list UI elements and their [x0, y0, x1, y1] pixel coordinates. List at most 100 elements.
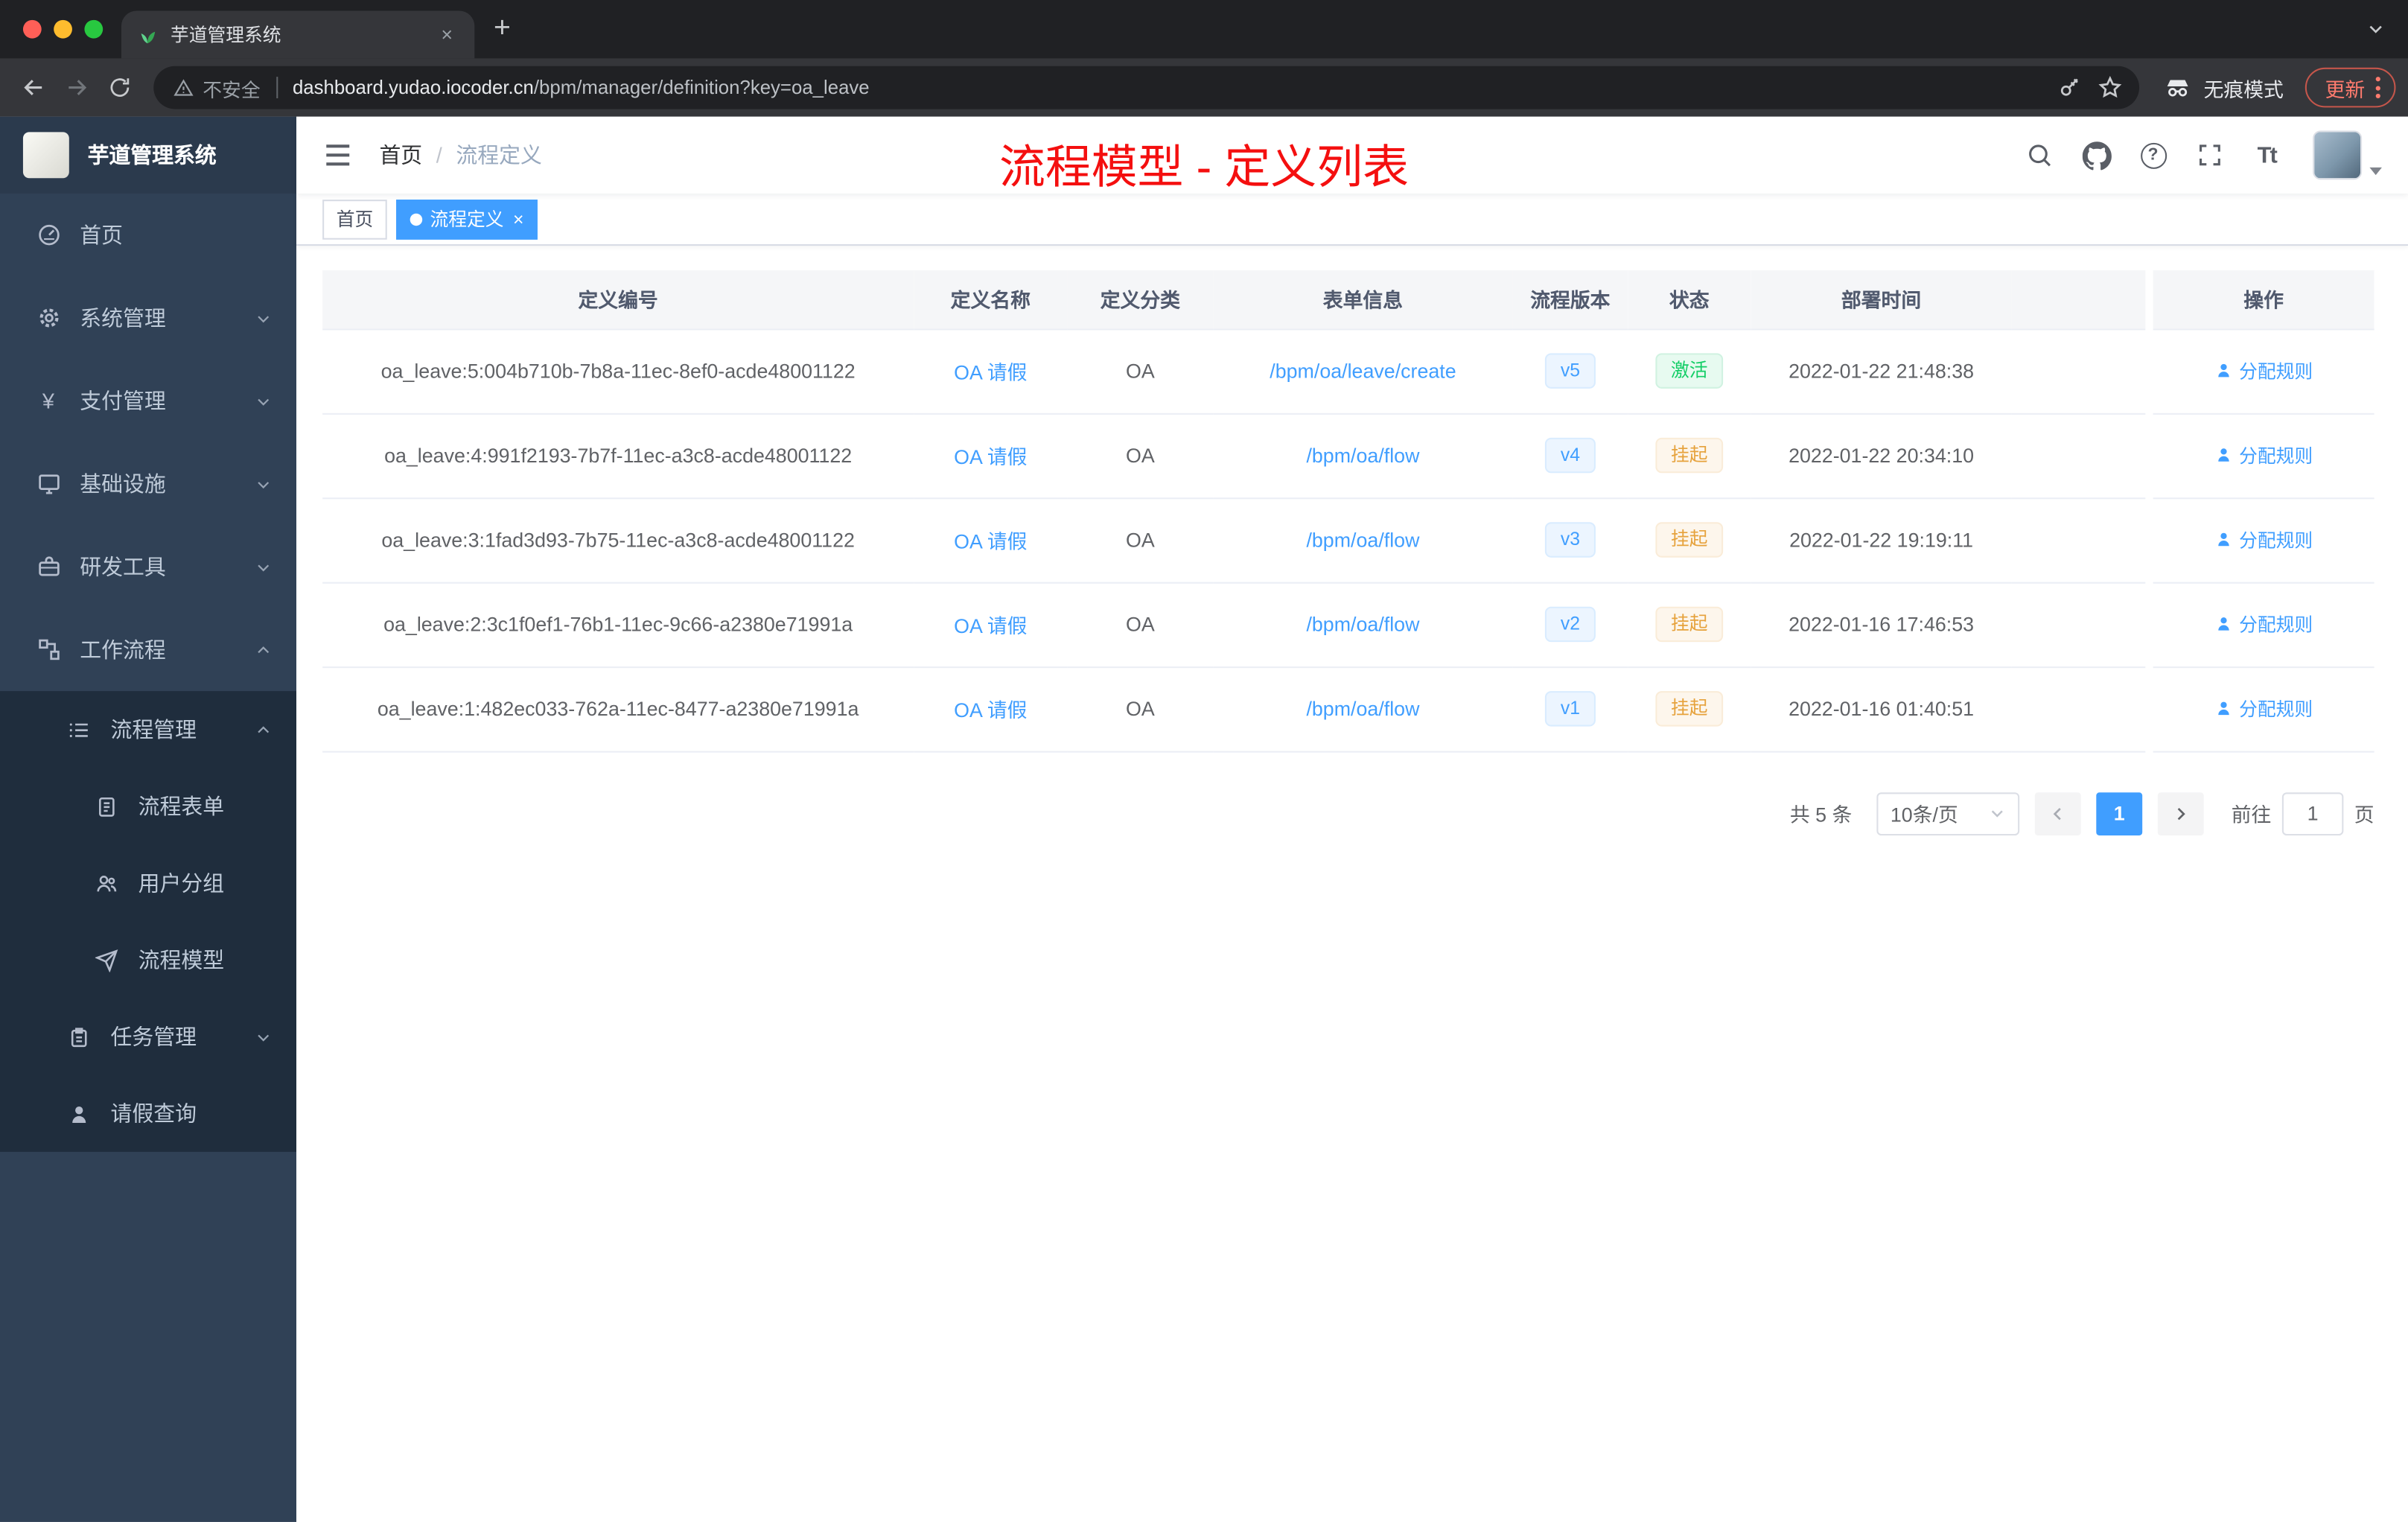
- sidebar-item-system-management[interactable]: 系统管理: [0, 276, 296, 359]
- fixed-column-gap: [2145, 413, 2153, 498]
- cell-deploy-time: 2022-01-22 21:48:38: [1751, 328, 2012, 414]
- browser-tab[interactable]: 芋道管理系统 ×: [121, 10, 475, 59]
- form-link[interactable]: /bpm/oa/flow: [1306, 697, 1419, 720]
- next-page-button[interactable]: [2157, 792, 2204, 835]
- cell-deploy-time: 2022-01-16 01:40:51: [1751, 666, 2012, 752]
- content-area: 首页 / 流程定义 ? Tt 首页 流程定义 × 定义编号 定义名称 定义分类 …: [296, 116, 2408, 1522]
- prev-page-button[interactable]: [2034, 792, 2081, 835]
- font-size-icon[interactable]: Tt: [2250, 138, 2284, 172]
- cell-definition-id: oa_leave:3:1fad3d93-7b75-11ec-a3c8-acde4…: [322, 497, 914, 583]
- definition-name-link[interactable]: OA 请假: [954, 530, 1027, 553]
- status-badge: 挂起: [1655, 606, 1724, 643]
- password-key-icon[interactable]: [2050, 68, 2090, 108]
- chevron-down-icon: [255, 310, 272, 327]
- definition-name-link[interactable]: OA 请假: [954, 698, 1027, 722]
- sidebar-item-process-form[interactable]: 流程表单: [0, 768, 296, 844]
- cell-filler: [2011, 582, 2146, 668]
- cell-version: v1: [1512, 666, 1628, 752]
- tag-close-icon[interactable]: ×: [513, 208, 523, 229]
- breadcrumb-home[interactable]: 首页: [379, 140, 422, 171]
- goto-page: 前往 页: [2232, 792, 2374, 835]
- bookmark-star-icon[interactable]: [2090, 68, 2130, 108]
- sidebar-item-home[interactable]: 首页: [0, 194, 296, 276]
- tab-close-icon[interactable]: ×: [435, 22, 459, 47]
- sidebar-item-process-model[interactable]: 流程模型: [0, 922, 296, 999]
- tag-process-definition[interactable]: 流程定义 ×: [396, 199, 538, 239]
- assign-rule-link[interactable]: 分配规则: [2214, 357, 2313, 383]
- sidebar-item-payment-management[interactable]: ¥ 支付管理: [0, 360, 296, 442]
- form-link[interactable]: /bpm/oa/leave/create: [1270, 360, 1456, 383]
- tag-home[interactable]: 首页: [322, 199, 387, 239]
- cell-status: 激活: [1628, 328, 1751, 414]
- sidebar-item-dev-tools[interactable]: 研发工具: [0, 525, 296, 608]
- cell-status: 挂起: [1628, 497, 1751, 583]
- cell-actions: 分配规则: [2153, 666, 2374, 752]
- url-host: dashboard.yudao.iocoder.cn: [292, 77, 534, 98]
- page-number-button[interactable]: 1: [2096, 792, 2143, 835]
- definition-name-link[interactable]: OA 请假: [954, 614, 1027, 637]
- breadcrumb: 首页 / 流程定义: [379, 140, 541, 171]
- form-link[interactable]: /bpm/oa/flow: [1306, 613, 1419, 636]
- sidebar-item-workflow[interactable]: 工作流程: [0, 608, 296, 691]
- form-link[interactable]: /bpm/oa/flow: [1306, 444, 1419, 467]
- version-badge: v3: [1545, 522, 1596, 558]
- user-menu[interactable]: [2313, 130, 2382, 180]
- assign-rule-link[interactable]: 分配规则: [2214, 442, 2313, 468]
- sidebar-item-leave-query[interactable]: 请假查询: [0, 1075, 296, 1152]
- incognito-badge[interactable]: 无痕模式: [2164, 73, 2284, 102]
- definition-name-link[interactable]: OA 请假: [954, 445, 1027, 468]
- person-icon: [2218, 448, 2229, 462]
- address-bar[interactable]: 不安全 dashboard.yudao.iocoder.cn/bpm/manag…: [153, 66, 2139, 109]
- breadcrumb-current: 流程定义: [456, 142, 542, 168]
- sidebar-item-user-group[interactable]: 用户分组: [0, 844, 296, 921]
- paper-plane-icon: [94, 947, 120, 973]
- sidebar-logo[interactable]: 芋道管理系统: [0, 116, 297, 194]
- header-definition-id: 定义编号: [322, 270, 914, 330]
- help-icon[interactable]: ?: [2136, 138, 2170, 172]
- cell-definition-id: oa_leave:2:3c1f0ef1-76b1-11ec-9c66-a2380…: [322, 582, 914, 668]
- assign-rule-link[interactable]: 分配规则: [2214, 526, 2313, 553]
- security-status[interactable]: 不安全: [173, 73, 261, 102]
- github-icon[interactable]: [2080, 138, 2113, 172]
- back-icon[interactable]: [13, 66, 56, 109]
- cell-category: OA: [1067, 666, 1214, 752]
- fullscreen-icon[interactable]: [2193, 138, 2226, 172]
- status-badge: 挂起: [1655, 691, 1724, 727]
- cell-deploy-time: 2022-01-22 19:19:11: [1751, 497, 2012, 583]
- sidebar-item-infrastructure[interactable]: 基础设施: [0, 442, 296, 525]
- table-row: oa_leave:3:1fad3d93-7b75-11ec-a3c8-acde4…: [322, 497, 2374, 583]
- assign-rule-link[interactable]: 分配规则: [2214, 611, 2313, 637]
- version-badge: v5: [1545, 353, 1596, 389]
- tab-search-chevron-icon[interactable]: [2365, 19, 2386, 40]
- window-minimize-button[interactable]: [54, 19, 72, 39]
- reload-icon[interactable]: [98, 66, 141, 109]
- window-close-button[interactable]: [22, 19, 42, 39]
- cell-version: v4: [1512, 413, 1628, 499]
- search-icon[interactable]: [2022, 138, 2056, 172]
- hamburger-icon[interactable]: [322, 140, 353, 171]
- sidebar-item-task-management[interactable]: 任务管理: [0, 999, 296, 1075]
- form-link[interactable]: /bpm/oa/flow: [1306, 529, 1419, 552]
- top-navbar: 首页 / 流程定义 ? Tt: [296, 116, 2408, 194]
- cell-definition-name: OA 请假: [914, 582, 1068, 668]
- page-size-select[interactable]: 10条/页: [1876, 792, 2020, 835]
- assign-rule-link[interactable]: 分配规则: [2214, 695, 2313, 722]
- chevron-down-icon: [255, 475, 272, 492]
- cell-category: OA: [1067, 413, 1214, 499]
- cell-filler: [2011, 497, 2146, 583]
- tags-view-bar: 首页 流程定义 ×: [296, 193, 2408, 246]
- sidebar-item-process-management[interactable]: 流程管理: [0, 691, 296, 768]
- new-tab-button[interactable]: +: [481, 7, 524, 51]
- window-zoom-button[interactable]: [84, 19, 103, 39]
- caret-down-icon: [2369, 167, 2382, 176]
- forward-icon[interactable]: [55, 66, 98, 109]
- chevron-down-icon: [255, 1028, 272, 1045]
- cell-status: 挂起: [1628, 413, 1751, 499]
- goto-page-input[interactable]: [2281, 792, 2344, 835]
- header-status: 状态: [1628, 270, 1751, 330]
- chevron-up-icon: [255, 721, 272, 738]
- browser-update-menu-button[interactable]: 更新: [2305, 67, 2396, 108]
- app-shell: 芋道管理系统 首页 系统管理 ¥ 支付管理 基础设施 研发工具 工作流程 流程管…: [0, 116, 2408, 1522]
- definition-name-link[interactable]: OA 请假: [954, 361, 1027, 384]
- version-badge: v2: [1545, 606, 1596, 643]
